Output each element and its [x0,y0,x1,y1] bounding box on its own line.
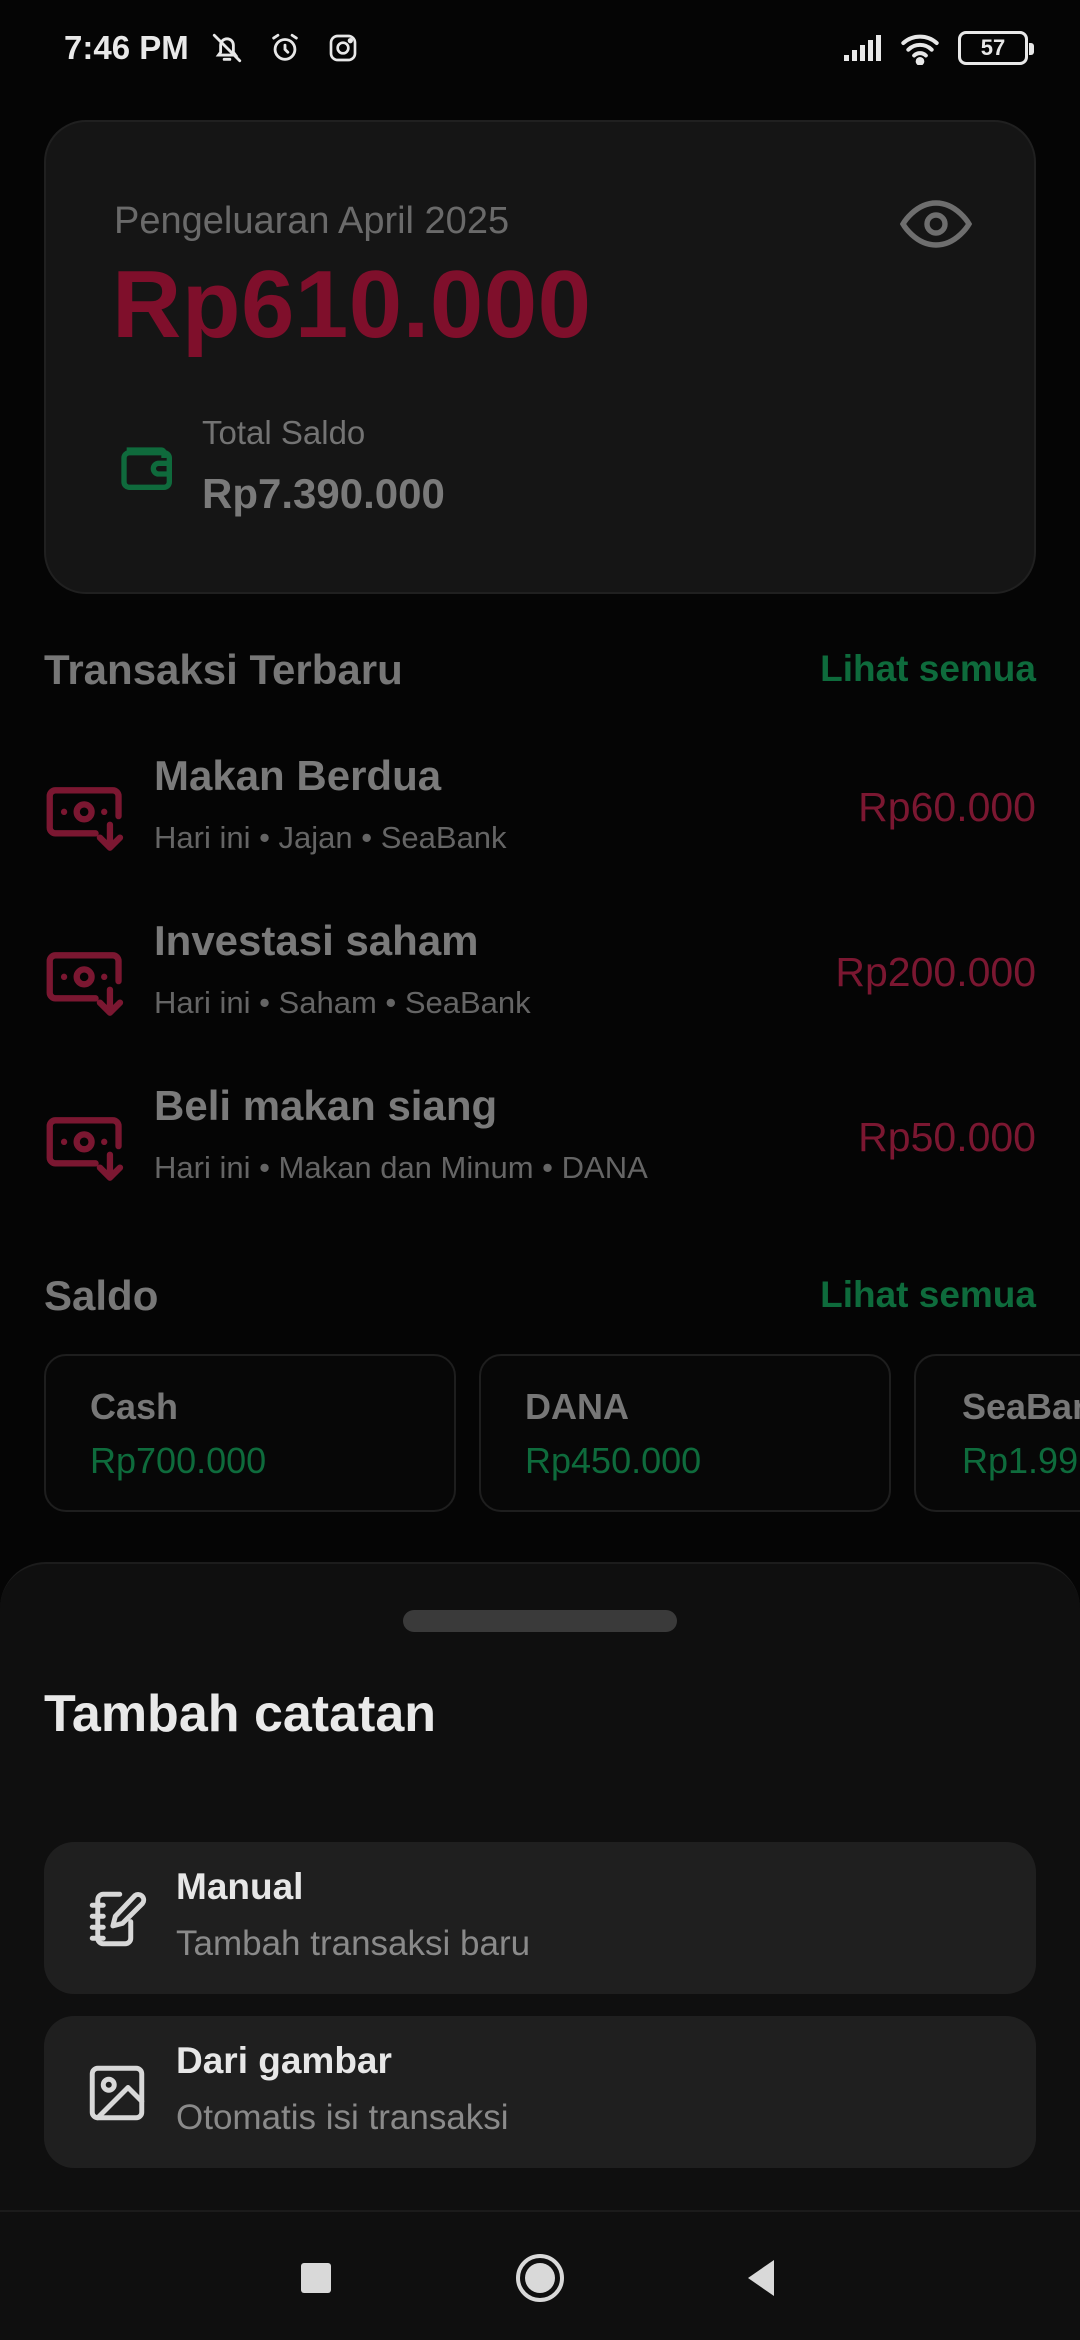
account-balance: Rp1.99 [962,1440,1079,1481]
home-button[interactable] [512,2250,568,2306]
signal-icon [842,28,882,68]
sheet-title: Tambah catatan [44,1685,437,1743]
recents-button[interactable] [288,2250,344,2306]
home-icon [516,2254,564,2302]
saldo-section-title: Saldo [44,1272,159,1319]
battery-indicator: 57 [958,31,1034,65]
wallet-icon [116,434,180,498]
transaction-meta: Hari ini • Jajan • SeaBank [154,820,507,855]
status-time: 7:46 PM [64,29,189,66]
total-saldo-amount: Rp7.390.000 [202,470,445,517]
bell-off-icon [207,28,247,68]
account-name: SeaBan [962,1386,1080,1427]
expense-summary-card: Pengeluaran April 2025 Rp610.000 Total S… [44,120,1036,594]
status-bar: 7:46 PM 57 [0,0,1080,96]
expense-amount: Rp610.000 [112,251,592,358]
image-icon [84,2060,150,2126]
account-card-seabank[interactable]: SeaBan Rp1.99 [914,1354,1080,1512]
transaction-item[interactable]: Beli makan siang Hari ini • Makan dan Mi… [44,1072,1036,1212]
cash-out-icon [44,1106,130,1192]
system-navigation-bar [0,2210,1080,2340]
cash-out-icon [44,776,130,862]
account-card-dana[interactable]: DANA Rp450.000 [479,1354,891,1512]
recent-transactions-title: Transaksi Terbaru [44,646,403,693]
toggle-visibility-button[interactable] [899,194,973,254]
option-subtitle: Tambah transaksi baru [176,1924,531,1963]
cash-out-icon [44,941,130,1027]
eye-icon [899,200,973,248]
account-balance: Rp700.000 [90,1440,267,1481]
transaction-title: Beli makan siang [154,1082,498,1129]
instagram-icon [323,28,363,68]
see-all-transactions-link[interactable]: Lihat semua [820,648,1036,690]
back-button[interactable] [734,2250,790,2306]
total-saldo-label: Total Saldo [202,414,366,451]
transaction-meta: Hari ini • Saham • SeaBank [154,985,531,1020]
transaction-title: Makan Berdua [154,752,442,799]
status-right: 57 [842,28,1034,68]
option-title: Manual [176,1866,304,1907]
transaction-meta: Hari ini • Makan dan Minum • DANA [154,1150,648,1185]
transaction-amount: Rp200.000 [835,949,1036,995]
transaction-title: Investasi saham [154,917,479,964]
battery-level: 57 [980,35,1006,60]
alarm-icon [265,28,305,68]
transaction-item[interactable]: Investasi saham Hari ini • Saham • SeaBa… [44,907,1036,1047]
account-name: DANA [525,1386,629,1427]
notebook-edit-icon [84,1886,150,1952]
recents-icon [301,2263,331,2293]
status-left: 7:46 PM [64,28,363,68]
account-balance: Rp450.000 [525,1440,702,1481]
from-image-option[interactable]: Dari gambar Otomatis isi transaksi [44,2016,1036,2168]
add-record-bottom-sheet: Tambah catatan Manual Tambah transaksi b… [0,1562,1080,2210]
account-card-cash[interactable]: Cash Rp700.000 [44,1354,456,1512]
account-name: Cash [90,1386,179,1427]
back-icon [748,2260,774,2296]
transaction-item[interactable]: Makan Berdua Hari ini • Jajan • SeaBank … [44,742,1036,882]
transaction-amount: Rp50.000 [858,1114,1036,1160]
manual-entry-option[interactable]: Manual Tambah transaksi baru [44,1842,1036,1994]
transaction-amount: Rp60.000 [858,784,1036,830]
wifi-icon [900,28,940,68]
option-subtitle: Otomatis isi transaksi [176,2098,509,2137]
sheet-drag-handle[interactable] [403,1610,677,1632]
see-all-accounts-link[interactable]: Lihat semua [820,1274,1036,1316]
option-title: Dari gambar [176,2040,392,2081]
expense-period-label: Pengeluaran April 2025 [114,200,510,242]
